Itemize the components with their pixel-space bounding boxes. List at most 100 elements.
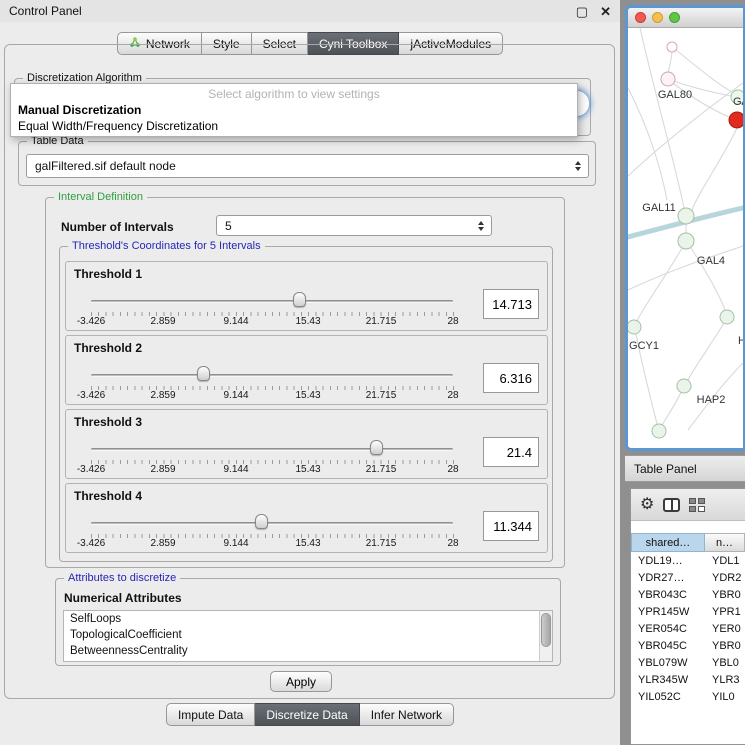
tab-discretize-data[interactable]: Discretize Data [255,703,359,726]
threshold-3-value-input[interactable] [483,437,539,467]
threshold-2-value-input[interactable] [483,363,539,393]
threshold-1-slider[interactable] [91,294,453,310]
cell: YPR1 [705,606,745,618]
network-node-label: GA [733,96,743,108]
table-data-group: Table Data galFiltered.sif default node [18,141,596,186]
apply-button[interactable]: Apply [270,671,332,692]
dropdown-option-manual-discretization[interactable]: Manual Discretization [11,102,577,118]
network-node-label: HAP2 [697,394,726,406]
slider-thumb[interactable] [293,292,306,307]
network-node-h[interactable] [720,310,734,324]
table-row[interactable]: YIL052CYIL0 [631,688,745,705]
cell: YBL079W [631,657,705,669]
threshold-3-slider[interactable] [91,442,453,458]
tick-label: 15.43 [295,538,320,549]
list-item[interactable]: SelfLoops [64,611,552,627]
network-node-hap2[interactable] [677,379,691,393]
slider-thumb[interactable] [197,366,210,381]
network-node[interactable] [652,424,666,438]
network-node-gcy1[interactable] [628,320,641,334]
tick-label: 28 [447,316,458,327]
table-row[interactable]: YER054CYER0 [631,620,745,637]
close-traffic-light[interactable] [635,12,646,23]
column-header-shared-name[interactable]: shared… [631,533,705,552]
table-row[interactable]: YPR145WYPR1 [631,603,745,620]
tick-label: 21.715 [366,538,397,549]
cell: YDL1 [705,555,745,567]
tab-label: Infer Network [371,708,442,722]
columns-icon[interactable] [663,498,680,512]
tab-infer-network[interactable]: Infer Network [360,703,454,726]
network-node[interactable] [667,42,677,52]
table-panel-window: ⚙ shared… n… YDL19…YDL1 YDR27…YDR2 YBR04… [630,488,745,745]
list-item[interactable]: BetweennessCentrality [64,643,552,659]
tick-label: 9.144 [223,316,248,327]
tick-label: -3.426 [77,538,105,549]
dropdown-option-equal-width-frequency[interactable]: Equal Width/Frequency Discretization [11,118,577,134]
table-panel-title: Table Panel [634,462,697,476]
slider-track[interactable] [91,374,453,377]
interval-definition-group-label: Interval Definition [54,191,147,203]
threshold-2-slider[interactable] [91,368,453,384]
attributes-group-label: Attributes to discretize [64,572,180,584]
threshold-1-label: Threshold 1 [74,267,142,281]
table-row[interactable]: YDL19…YDL1 [631,552,745,569]
slider-track[interactable] [91,300,453,303]
zoom-traffic-light[interactable] [669,12,680,23]
tab-label: Discretize Data [266,708,347,722]
network-node-selected-red[interactable] [729,112,743,128]
cell: YLR3 [705,674,745,686]
minimize-traffic-light[interactable] [652,12,663,23]
column-header-name[interactable]: n… [705,533,745,552]
network-node-gal80[interactable] [661,72,675,86]
checkbox-grid-icon[interactable] [689,498,705,512]
table-row[interactable]: YDR27…YDR2 [631,569,745,586]
tick-label: 2.859 [150,538,175,549]
slider-track[interactable] [91,522,453,525]
control-panel-window: Control Panel ▢ ✕ Network Style Select C… [0,0,620,745]
cell: YDR27… [631,572,705,584]
tick-label: 2.859 [150,464,175,475]
table-data-combo[interactable]: galFiltered.sif default node [26,154,589,178]
close-window-icon[interactable]: ✕ [600,5,611,18]
cell: YBL0 [705,657,745,669]
cell: YIL052C [631,691,705,703]
float-window-icon[interactable]: ▢ [576,5,588,18]
slider-tick-marks [91,312,454,316]
threshold-1-panel: Threshold 1 -3.426 2.859 9.144 15.43 21.… [65,261,548,331]
table-row[interactable]: YBR045CYBR0 [631,637,745,654]
threshold-4-slider[interactable] [91,516,453,532]
slider-track[interactable] [91,448,453,451]
cell: YER0 [705,623,745,635]
table-rows: YDL19…YDL1 YDR27…YDR2 YBR043CYBR0 YPR145… [631,552,745,705]
tick-label: 2.859 [150,316,175,327]
slider-thumb[interactable] [255,514,268,529]
scrollbar-thumb[interactable] [541,613,551,647]
table-row[interactable]: YBL079WYBL0 [631,654,745,671]
network-nodes [628,42,743,438]
threshold-1-value-input[interactable] [483,289,539,319]
cell: YBR0 [705,589,745,601]
table-row[interactable]: YLR345WYLR3 [631,671,745,688]
list-scrollbar[interactable] [539,611,552,661]
tick-label: 15.43 [295,316,320,327]
tick-label: -3.426 [77,316,105,327]
table-row[interactable]: YBR043CYBR0 [631,586,745,603]
tick-label: 2.859 [150,390,175,401]
tick-label: 21.715 [366,390,397,401]
tick-label: 28 [447,464,458,475]
list-item[interactable]: TopologicalCoefficient [64,627,552,643]
dropdown-placeholder: Select algorithm to view settings [11,87,577,102]
network-node-label: GCY1 [629,340,659,352]
slider-thumb[interactable] [370,440,383,455]
network-node-gal4[interactable] [678,233,694,249]
network-node-label: GAL11 [642,202,675,214]
number-of-intervals-combo[interactable]: 5 [216,215,492,236]
threshold-4-value-input[interactable] [483,511,539,541]
gear-icon[interactable]: ⚙ [640,497,654,513]
tab-impute-data[interactable]: Impute Data [166,703,255,726]
number-of-intervals-label: Number of Intervals [61,220,174,234]
network-node-gal11[interactable] [678,208,694,224]
network-canvas[interactable]: GAL80 GAL11 GAL4 GCY1 HAP2 GA H [628,28,743,447]
interval-definition-group: Interval Definition Number of Intervals … [45,197,565,568]
